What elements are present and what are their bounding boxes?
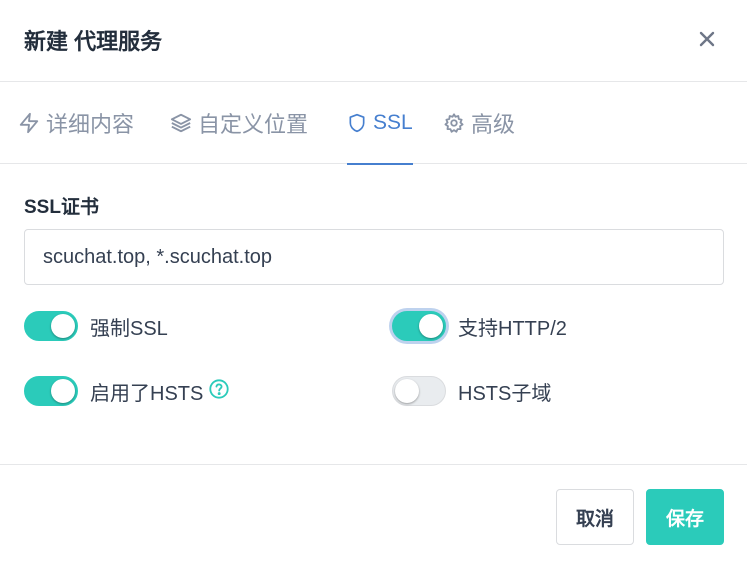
switch-knob [51,379,75,403]
hsts-subdomains-label: HSTS子域 [458,382,552,405]
tab-ssl-label: SSL [373,111,413,134]
hsts-enabled-label: 启用了HSTS [90,382,204,405]
tab-advanced[interactable]: 高级 [443,82,515,164]
switch-knob [419,314,443,338]
hsts-enabled-switch[interactable] [24,376,78,406]
save-button[interactable]: 保存 [646,489,724,545]
http2-support-toggle[interactable]: 支持HTTP/2 [392,311,567,341]
footer-divider [0,464,747,465]
http2-support-label: 支持HTTP/2 [458,317,567,340]
ssl-certificate-select[interactable] [24,229,724,285]
close-button[interactable] [694,26,720,52]
zap-icon [19,112,39,134]
tab-bar: 详细内容 自定义位置 SSL 高级 [0,82,747,165]
shield-icon [349,113,365,133]
dialog-title: 新建 代理服务 [24,29,163,54]
switch-knob [395,379,419,403]
hsts-subdomains-switch[interactable] [392,376,446,406]
cancel-button[interactable]: 取消 [556,489,634,545]
dialog-header: 新建 代理服务 [0,0,747,82]
tab-advanced-label: 高级 [471,112,516,137]
http2-support-switch[interactable] [392,311,446,341]
hsts-enabled-toggle[interactable]: 启用了HSTS [24,376,230,406]
tab-details-label: 详细内容 [46,112,135,137]
hsts-subdomains-toggle[interactable]: HSTS子域 [392,376,551,406]
help-icon[interactable] [208,378,230,405]
force-ssl-toggle[interactable]: 强制SSL [24,311,168,341]
tab-custom-locations-label: 自定义位置 [198,112,309,137]
gear-icon [444,113,464,133]
new-proxy-host-dialog: 新建 代理服务 详细内容 自定义位置 SSL 高级 SSL证书 强制SSL [0,0,747,562]
switch-knob [51,314,75,338]
force-ssl-switch[interactable] [24,311,78,341]
close-icon [699,31,715,47]
tab-custom-locations[interactable]: 自定义位置 [170,82,308,164]
layers-icon [170,113,192,133]
tab-ssl[interactable]: SSL [347,82,413,165]
tab-details[interactable]: 详细内容 [18,82,134,164]
ssl-certificate-label: SSL证书 [24,197,99,218]
force-ssl-label: 强制SSL [90,317,168,340]
